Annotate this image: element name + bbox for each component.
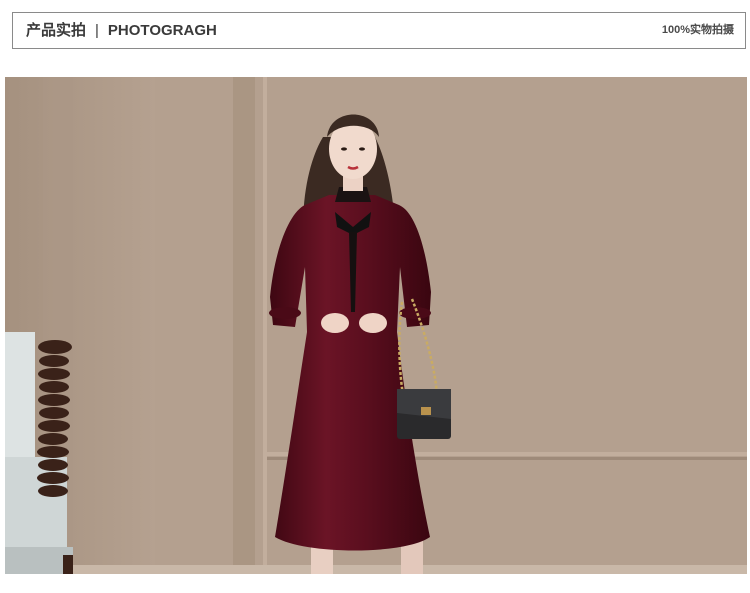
- handbag: [397, 389, 451, 439]
- header-title-en: PHOTOGRAGH: [107, 22, 217, 39]
- section-header: 产品实拍 | PHOTOGRAGH 100%实物拍摄: [12, 12, 746, 49]
- photo-illustration: [5, 77, 747, 574]
- header-title-cn: 产品实拍: [26, 22, 87, 39]
- header-note: 100%实物拍摄: [661, 24, 734, 36]
- product-photo: [5, 77, 747, 574]
- header-separator: |: [95, 22, 99, 39]
- header-title: 产品实拍 | PHOTOGRAGH: [26, 13, 217, 48]
